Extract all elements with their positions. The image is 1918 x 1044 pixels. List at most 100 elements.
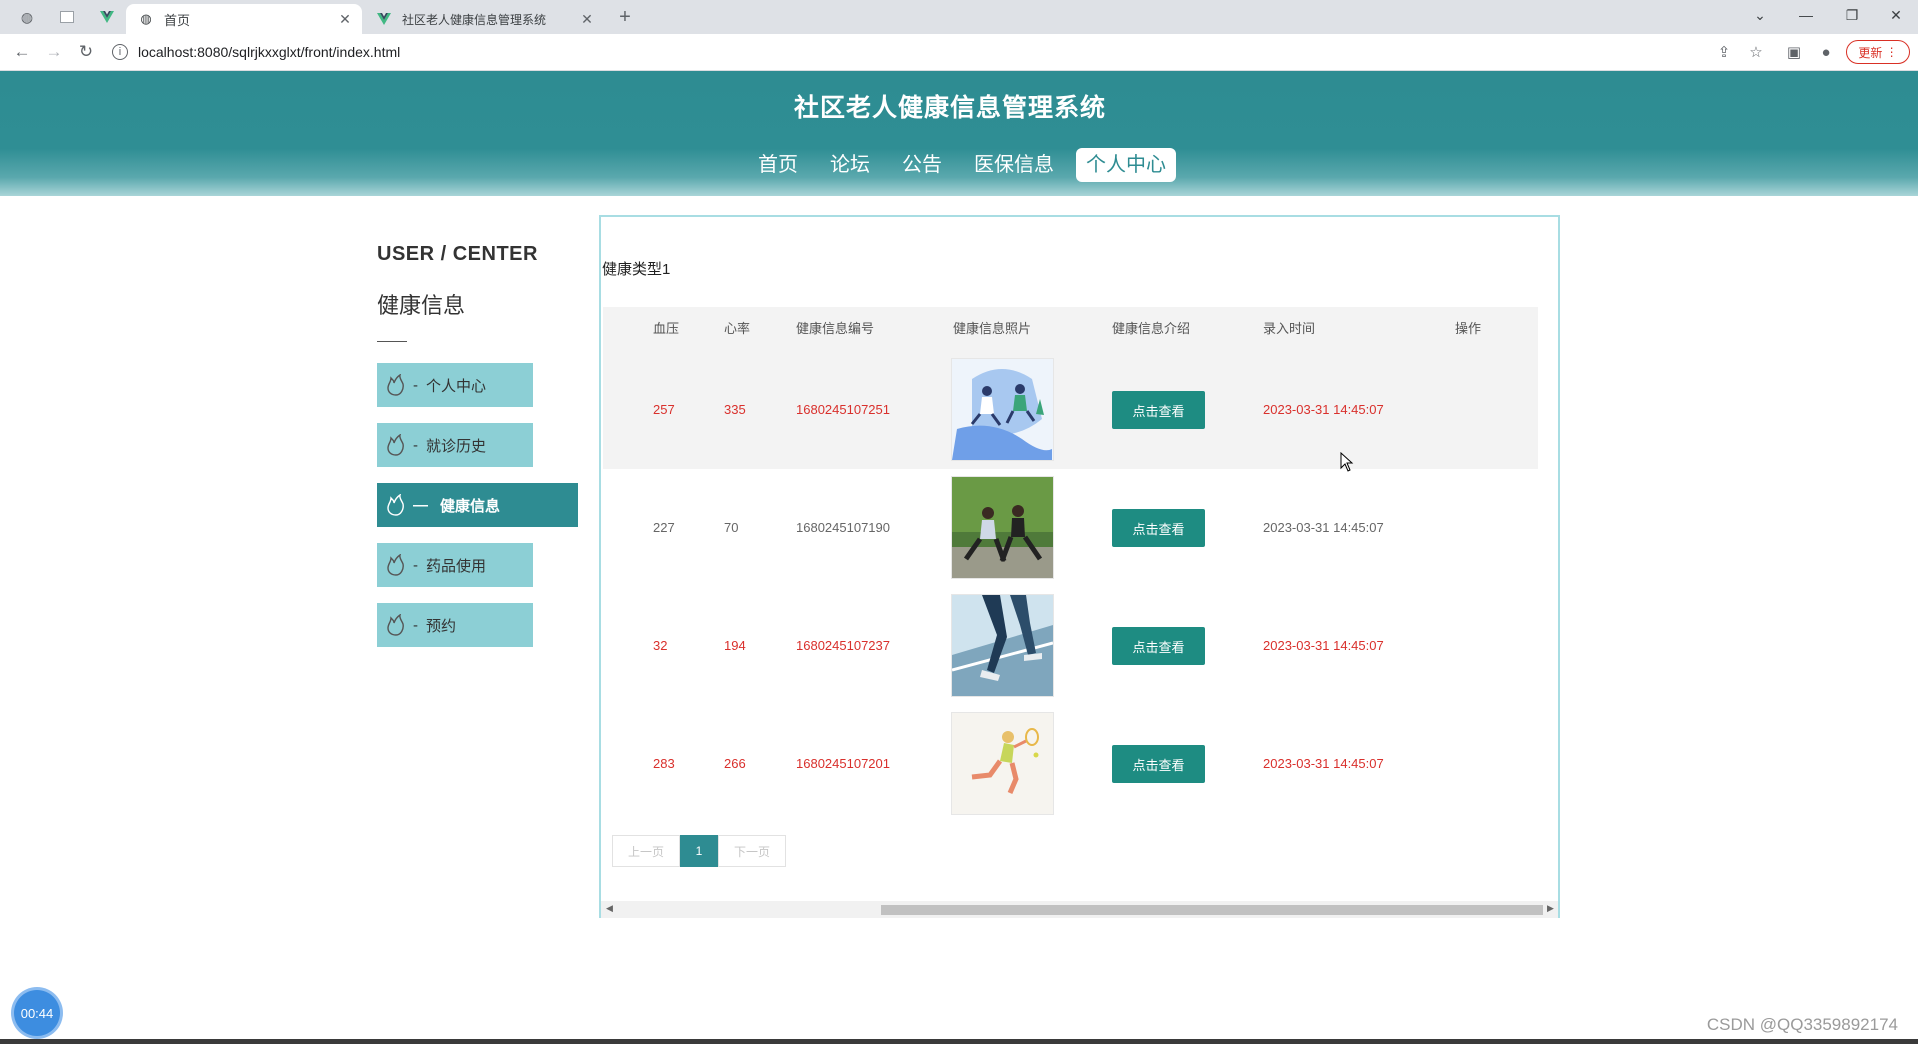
column-header: 血压: [653, 321, 680, 336]
url-text: localhost:8080/sqlrjkxxglxt/front/index.…: [138, 44, 401, 60]
code-cell: 1680245107237: [796, 638, 890, 653]
blood-pressure-cell: 257: [653, 402, 675, 417]
site-title: 社区老人健康信息管理系统: [793, 94, 1106, 122]
tab-search-icon[interactable]: ⌄: [1740, 4, 1780, 26]
address-bar[interactable]: i localhost:8080/sqlrjkxxglxt/front/inde…: [112, 38, 1312, 66]
table-header: 血压 心率 健康信息编号 健康信息照片 健康信息介绍 录入时间 操作: [603, 307, 1538, 351]
next-page-button[interactable]: 下一页: [718, 835, 786, 867]
horizontal-scrollbar[interactable]: ◀ ▶: [601, 901, 1558, 918]
sidebar-item-medicine[interactable]: - 药品使用: [377, 543, 533, 587]
health-photo[interactable]: [951, 476, 1054, 579]
tab-title: 首页: [164, 12, 191, 28]
browser-tab-strip: ◍ ◍ 首页 ✕ 社区老人健康信息管理系统 ✕ + ⌄ — ❐ ✕: [0, 0, 1918, 34]
nav-item-notice[interactable]: 公告: [892, 148, 952, 182]
code-cell: 1680245107201: [796, 756, 890, 771]
minimize-button[interactable]: —: [1786, 4, 1826, 26]
table-row[interactable]: 257 335 1680245107251 点击查看 2023-03-31 14…: [603, 351, 1538, 469]
profile-avatar-icon[interactable]: ●: [1816, 42, 1836, 62]
user-center-title: USER / CENTER: [377, 243, 538, 265]
heart-rate-cell: 266: [724, 756, 746, 771]
flame-icon: [385, 554, 407, 576]
heart-rate-cell: 335: [724, 402, 746, 417]
view-intro-button[interactable]: 点击查看: [1112, 509, 1205, 547]
reload-icon[interactable]: ↻: [74, 40, 98, 64]
new-tab-button[interactable]: +: [612, 6, 638, 28]
view-intro-button[interactable]: 点击查看: [1112, 627, 1205, 665]
share-icon[interactable]: ⇪: [1714, 42, 1734, 62]
info-icon[interactable]: i: [112, 44, 128, 60]
globe-icon[interactable]: ◍: [16, 6, 38, 28]
health-photo[interactable]: [951, 712, 1054, 815]
watermark: CSDN @QQ3359892174: [1706, 1015, 1898, 1034]
back-icon[interactable]: ←: [10, 40, 34, 64]
sidebar-item-appointment[interactable]: - 预约: [377, 603, 533, 647]
site-header: 社区老人健康信息管理系统 首页 论坛 公告 医保信息 个人中心: [0, 71, 1918, 196]
sidebar-item-label: 就诊历史: [426, 437, 487, 455]
view-intro-button[interactable]: 点击查看: [1112, 391, 1205, 429]
sidebar-item-label: 个人中心: [426, 377, 487, 395]
dash: —: [413, 496, 428, 514]
blank-tab-icon[interactable]: [56, 6, 78, 28]
health-photo[interactable]: [951, 594, 1054, 697]
mouse-cursor-icon: [1340, 451, 1354, 477]
column-header: 心率: [724, 321, 751, 336]
forward-icon[interactable]: →: [42, 40, 66, 64]
table-row[interactable]: 227 70 1680245107190 点击查看 2023-03-31 14:…: [603, 469, 1538, 587]
close-icon[interactable]: ✕: [578, 10, 596, 28]
tab-title: 社区老人健康信息管理系统: [402, 12, 547, 27]
recording-timer[interactable]: 00:44: [14, 990, 60, 1036]
health-info-panel: 健康类型1 血压 心率 健康信息编号 健康信息照片 健康信息介绍 录入时间 操作…: [599, 215, 1560, 918]
vue-logo-icon: [376, 11, 392, 27]
nav-item-forum[interactable]: 论坛: [820, 148, 880, 182]
entry-time-cell: 2023-03-31 14:45:07: [1263, 638, 1384, 653]
table-row[interactable]: 283 266 1680245107201 点击查看 2023-03-31 14…: [603, 705, 1538, 823]
scrollbar-thumb[interactable]: [881, 905, 1543, 915]
blood-pressure-cell: 32: [653, 638, 668, 653]
sidebar-item-label: 预约: [426, 617, 457, 635]
heart-rate-cell: 194: [724, 638, 746, 653]
vue-logo-icon[interactable]: [96, 6, 118, 28]
column-header: 健康信息介绍: [1112, 321, 1191, 336]
health-photo[interactable]: [951, 358, 1054, 461]
sidebar-item-visit-history[interactable]: - 就诊历史: [377, 423, 533, 467]
table-row[interactable]: 32 194 1680245107237 点击查看 2023-03-31 14:…: [603, 587, 1538, 705]
restore-button[interactable]: ❐: [1832, 4, 1872, 26]
dash: -: [413, 436, 418, 454]
scroll-left-icon[interactable]: ◀: [606, 903, 613, 914]
flame-icon: [385, 494, 407, 516]
close-icon[interactable]: ✕: [336, 10, 354, 28]
nav-item-insurance[interactable]: 医保信息: [964, 148, 1064, 182]
dash: -: [413, 556, 418, 574]
dash: -: [413, 616, 418, 634]
entry-time-cell: 2023-03-31 14:45:07: [1263, 402, 1384, 417]
nav-item-user-center[interactable]: 个人中心: [1076, 148, 1176, 182]
side-panel-icon[interactable]: ▣: [1784, 42, 1804, 62]
globe-icon: ◍: [140, 11, 152, 26]
sidebar-item-label: 健康信息: [440, 497, 501, 515]
tab-system[interactable]: 社区老人健康信息管理系统 ✕: [364, 4, 604, 34]
nav-item-home[interactable]: 首页: [748, 148, 808, 182]
sidebar-item-health-info[interactable]: — 健康信息: [377, 483, 578, 527]
scroll-right-icon[interactable]: ▶: [1547, 903, 1554, 914]
flame-icon: [385, 614, 407, 636]
view-intro-button[interactable]: 点击查看: [1112, 745, 1205, 783]
flame-icon: [385, 374, 407, 396]
sidebar-item-personal-center[interactable]: - 个人中心: [377, 363, 533, 407]
section-subtitle: 健康信息: [377, 293, 466, 318]
sidebar-item-label: 药品使用: [426, 557, 487, 575]
bookmark-star-icon[interactable]: ☆: [1746, 42, 1766, 62]
blood-pressure-cell: 283: [653, 756, 675, 771]
taskbar-edge: [0, 1039, 1918, 1044]
page-button-current[interactable]: 1: [680, 835, 718, 867]
column-header: 操作: [1455, 321, 1482, 336]
column-header: 健康信息照片: [953, 321, 1032, 336]
update-button[interactable]: 更新 ⋮: [1846, 40, 1910, 64]
column-header: 录入时间: [1263, 321, 1316, 336]
browser-toolbar: ← → ↻ i localhost:8080/sqlrjkxxglxt/fron…: [0, 34, 1918, 71]
blood-pressure-cell: 227: [653, 520, 675, 535]
tab-home[interactable]: ◍ 首页 ✕: [126, 4, 362, 34]
prev-page-button[interactable]: 上一页: [612, 835, 680, 867]
health-type-filter[interactable]: 健康类型1: [602, 258, 670, 279]
code-cell: 1680245107190: [796, 520, 890, 535]
close-window-button[interactable]: ✕: [1876, 4, 1916, 26]
